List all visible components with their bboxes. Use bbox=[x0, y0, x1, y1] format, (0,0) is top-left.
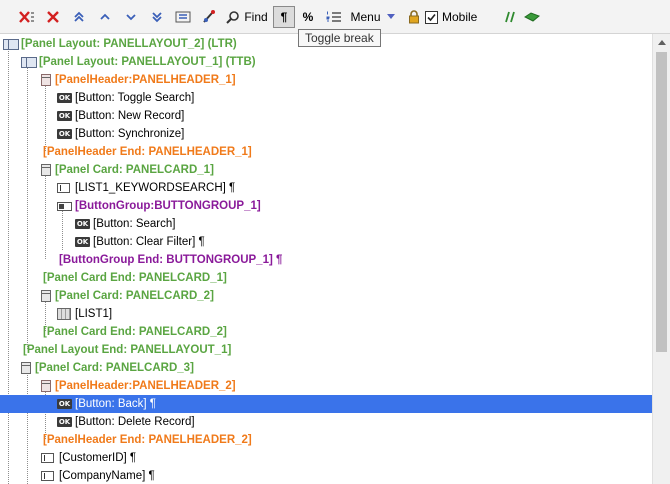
tree-row[interactable]: [ButtonGroup:BUTTONGROUP_1] bbox=[0, 197, 652, 215]
tree-row-label: [Panel Layout End: PANELLAYOUT_1] bbox=[23, 344, 232, 356]
move-down-icon[interactable] bbox=[120, 6, 142, 28]
move-top-icon[interactable] bbox=[68, 6, 90, 28]
numbered-list-icon[interactable] bbox=[323, 6, 345, 28]
tree-row-label: [PanelHeader End: PANELHEADER_2] bbox=[43, 434, 252, 446]
tree-row[interactable]: [CompanyName] ¶ bbox=[0, 467, 652, 484]
textbox-icon bbox=[41, 471, 54, 481]
tree-row-label: [CustomerID] ¶ bbox=[59, 452, 137, 464]
panel-icon bbox=[41, 380, 51, 392]
textbox-icon bbox=[57, 183, 70, 193]
tree-row-label: [Button: Clear Filter] ¶ bbox=[93, 236, 205, 248]
tree-row[interactable]: OK [Button: Back] ¶ bbox=[0, 395, 652, 413]
tree-row[interactable]: OK [Button: Delete Record] bbox=[0, 413, 652, 431]
move-up-icon[interactable] bbox=[94, 6, 116, 28]
panel-icon bbox=[41, 164, 51, 176]
tree-row[interactable]: [Panel Card: PANELCARD_2] bbox=[0, 287, 652, 305]
tree-row[interactable]: [PanelHeader End: PANELHEADER_1] bbox=[0, 143, 652, 161]
tree-row[interactable]: OK [Button: Toggle Search] bbox=[0, 89, 652, 107]
mobile-label: Mobile bbox=[442, 10, 478, 24]
tree-row[interactable]: [PanelHeader:PANELHEADER_1] bbox=[0, 71, 652, 89]
tree-row-label: [Panel Card: PANELCARD_2] bbox=[55, 290, 214, 302]
tree-row[interactable]: OK [Button: Search] bbox=[0, 215, 652, 233]
move-bottom-icon[interactable] bbox=[146, 6, 168, 28]
tree-row[interactable]: OK [Button: Clear Filter] ¶ bbox=[0, 233, 652, 251]
edit-properties-icon[interactable] bbox=[198, 6, 220, 28]
tree-row-label: [Panel Card: PANELCARD_3] bbox=[35, 362, 194, 374]
money-icon[interactable] bbox=[522, 6, 542, 28]
scrollbar-thumb[interactable] bbox=[656, 52, 667, 352]
percent-icon: % bbox=[302, 10, 314, 24]
mobile-checkbox[interactable]: Mobile bbox=[425, 6, 479, 28]
tree-row[interactable]: [Panel Card End: PANELCARD_2] bbox=[0, 323, 652, 341]
ok-button-icon: OK bbox=[57, 399, 72, 409]
menu-label: Menu bbox=[350, 10, 381, 24]
tree-row-label: [Panel Layout: PANELLAYOUT_1] (TTB) bbox=[39, 56, 256, 68]
tree-row[interactable]: [LIST1_KEYWORDSEARCH] ¶ bbox=[0, 179, 652, 197]
tree-row-label: [LIST1_KEYWORDSEARCH] ¶ bbox=[75, 182, 236, 194]
pilcrow-icon: ¶ bbox=[280, 10, 288, 24]
tooltip: Toggle break bbox=[298, 29, 381, 47]
tree-row[interactable]: [Panel Layout: PANELLAYOUT_1] (TTB) bbox=[0, 53, 652, 71]
tree-row-label: [ButtonGroup:BUTTONGROUP_1] bbox=[75, 200, 261, 212]
layout-icon bbox=[3, 39, 19, 50]
scroll-up-icon[interactable] bbox=[653, 34, 670, 51]
tree-row[interactable]: [Panel Card: PANELCARD_1] bbox=[0, 161, 652, 179]
panel-icon bbox=[41, 74, 51, 86]
tree-row-label: [Button: Delete Record] bbox=[75, 416, 195, 428]
tree-row[interactable]: [LIST1] bbox=[0, 305, 652, 323]
panel-icon bbox=[21, 362, 31, 374]
find-button[interactable]: Find bbox=[226, 6, 268, 28]
grid-icon bbox=[57, 308, 71, 320]
tree-row[interactable]: [Panel Layout End: PANELLAYOUT_1] bbox=[0, 341, 652, 359]
tree-row-label: [Panel Card: PANELCARD_1] bbox=[55, 164, 214, 176]
layout-icon bbox=[21, 57, 37, 68]
tree-row-label: [Panel Layout: PANELLAYOUT_2] (LTR) bbox=[21, 38, 237, 50]
tree-row-label: [PanelHeader:PANELHEADER_1] bbox=[55, 74, 236, 86]
tree-row[interactable]: [ButtonGroup End: BUTTONGROUP_1] ¶ bbox=[0, 251, 652, 269]
tree-row[interactable]: [PanelHeader End: PANELHEADER_2] bbox=[0, 431, 652, 449]
delete-all-icon[interactable] bbox=[16, 6, 38, 28]
tree-row[interactable]: OK [Button: New Record] bbox=[0, 107, 652, 125]
textbox-icon bbox=[41, 453, 54, 463]
tree-row[interactable]: [CustomerID] ¶ bbox=[0, 449, 652, 467]
tree-row[interactable]: [PanelHeader:PANELHEADER_2] bbox=[0, 377, 652, 395]
tree-row-label: [Button: Toggle Search] bbox=[75, 92, 195, 104]
tree-row[interactable]: [Panel Card End: PANELCARD_1] bbox=[0, 269, 652, 287]
ok-button-icon: OK bbox=[57, 129, 72, 139]
ok-button-icon: OK bbox=[75, 237, 90, 247]
magnifier-icon bbox=[226, 10, 240, 24]
lock-icon[interactable] bbox=[405, 6, 423, 28]
checkbox-checked-icon bbox=[425, 10, 438, 24]
percent-button[interactable]: % bbox=[298, 6, 318, 28]
tree-row-label: [Button: Search] bbox=[93, 218, 176, 230]
vertical-scrollbar[interactable] bbox=[652, 34, 670, 484]
tree-row-label: [LIST1] bbox=[75, 308, 113, 320]
tree-row-label: [ButtonGroup End: BUTTONGROUP_1] ¶ bbox=[59, 254, 283, 266]
tree-row-label: [Button: Synchronize] bbox=[75, 128, 185, 140]
tree-row-label: [Button: Back] ¶ bbox=[75, 398, 156, 410]
ok-button-icon: OK bbox=[57, 417, 72, 427]
menu-dropdown[interactable]: Menu bbox=[349, 6, 397, 28]
tree-row-label: [PanelHeader End: PANELHEADER_1] bbox=[43, 146, 252, 158]
tree-row-label: [Panel Card End: PANELCARD_2] bbox=[43, 326, 227, 338]
delete-icon[interactable] bbox=[42, 6, 64, 28]
panel-icon bbox=[41, 290, 51, 302]
tree-row-label: [PanelHeader:PANELHEADER_2] bbox=[55, 380, 236, 392]
ok-button-icon: OK bbox=[57, 111, 72, 121]
tree-row-label: [CompanyName] ¶ bbox=[59, 470, 155, 482]
tree-row-label: [Button: New Record] bbox=[75, 110, 185, 122]
find-label: Find bbox=[244, 10, 268, 24]
button-group-icon bbox=[57, 202, 72, 211]
tree-row[interactable]: OK [Button: Synchronize] bbox=[0, 125, 652, 143]
chevron-down-icon bbox=[386, 13, 396, 21]
tree-view[interactable]: [Panel Layout: PANELLAYOUT_2] (LTR) [Pane… bbox=[0, 34, 652, 484]
ok-button-icon: OK bbox=[75, 219, 90, 229]
ok-button-icon: OK bbox=[57, 93, 72, 103]
indent-icon[interactable] bbox=[172, 6, 194, 28]
comment-icon[interactable] bbox=[503, 6, 521, 28]
tree-row-label: [Panel Card End: PANELCARD_1] bbox=[43, 272, 227, 284]
tree-row[interactable]: [Panel Card: PANELCARD_3] bbox=[0, 359, 652, 377]
toggle-break-button[interactable]: ¶ bbox=[273, 6, 295, 28]
